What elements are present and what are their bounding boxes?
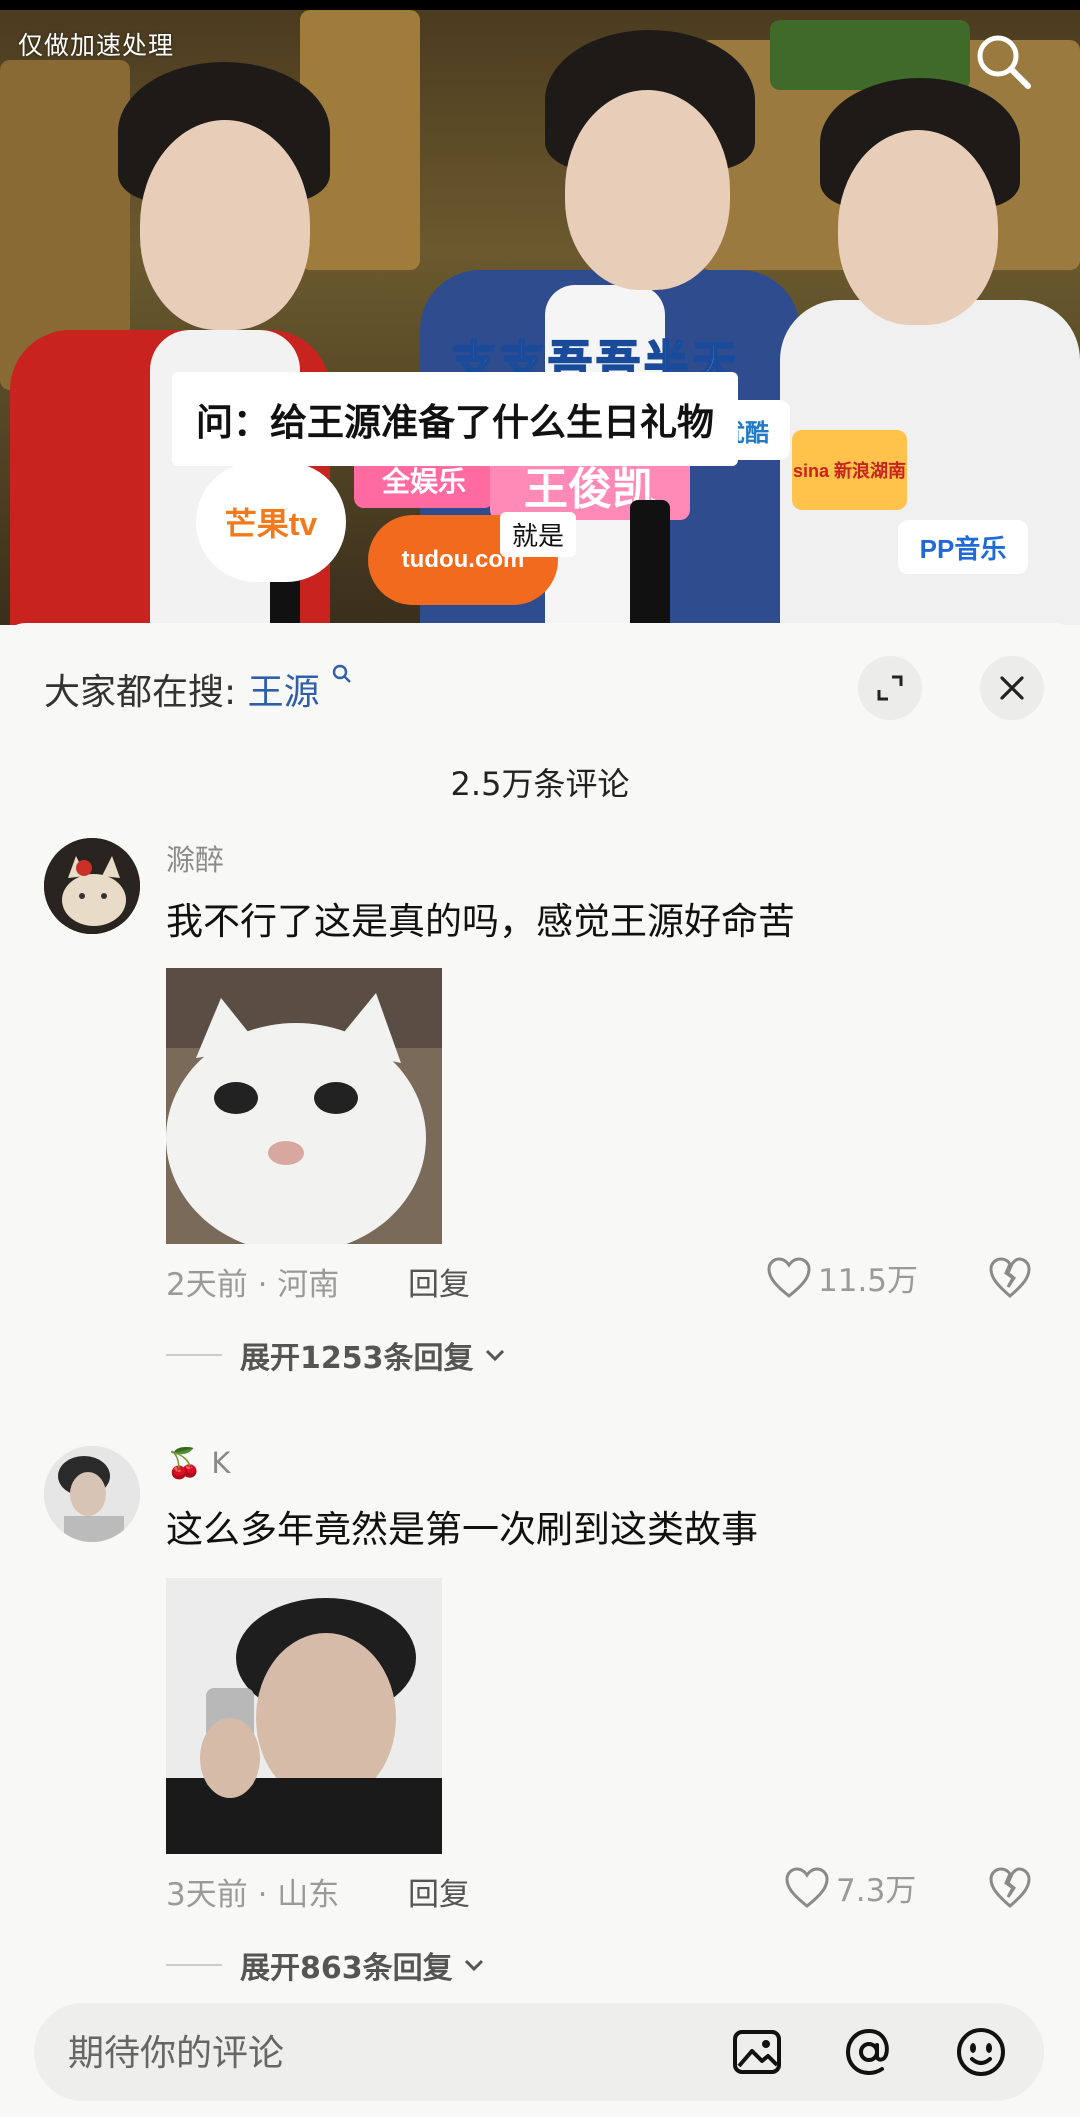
video-player[interactable]: 芒果tv 全娱乐 王俊凯 tudou.com 优酷 sina 新浪湖南 PP音乐… [0, 0, 1080, 625]
expand-replies-label: 展开1253条回复 [240, 1341, 474, 1376]
comment-username-text: K [211, 1446, 231, 1480]
comment-username[interactable]: 滁醉 [166, 837, 224, 879]
mention-button[interactable] [842, 2025, 896, 2079]
comment-image-cat[interactable] [166, 968, 442, 1244]
heart-icon [767, 1256, 811, 1298]
expand-replies-button[interactable]: 展开1253条回复 [166, 1333, 506, 1377]
like-count: 11.5万 [818, 1263, 919, 1299]
dislike-button[interactable] [988, 1867, 1032, 1911]
comment-text: 这么多年竟然是第一次刷到这类故事 [166, 1508, 758, 1551]
trending-search[interactable]: 大家都在搜: 王源 [44, 663, 353, 715]
expand-button[interactable] [858, 656, 922, 720]
expand-replies-label: 展开863条回复 [240, 1951, 453, 1986]
expand-icon [877, 675, 903, 701]
watermark-text: 仅做加速处理 [18, 31, 175, 60]
comment-text: 我不行了这是真的吗，感觉王源好命苦 [166, 900, 795, 943]
close-button[interactable] [980, 656, 1044, 720]
search-button[interactable] [972, 30, 1034, 92]
image-picker-button[interactable] [730, 2025, 784, 2079]
broken-heart-icon [989, 1867, 1031, 1908]
broken-heart-icon [989, 1257, 1031, 1298]
comment-panel: 大家都在搜: 王源 2.5万条评论 滁醉 我不行了这是真的吗，感觉王源好命苦 2… [0, 623, 1080, 2117]
comment-username[interactable]: 🍒 K [166, 1446, 230, 1481]
trending-keyword[interactable]: 王源 [248, 672, 320, 713]
comment-image-person[interactable] [166, 1578, 442, 1854]
comment-count: 2.5万条评论 [450, 765, 630, 803]
reply-button[interactable]: 回复 [408, 1259, 470, 1304]
comment-input[interactable] [66, 2003, 710, 2103]
trending-prefix: 大家都在搜: [44, 672, 237, 713]
at-icon [845, 2028, 889, 2076]
divider-line [166, 1354, 222, 1356]
avatar[interactable] [44, 838, 140, 934]
comment-time-location: 2天前 · 河南 [166, 1267, 340, 1303]
expand-replies-button[interactable]: 展开863条回复 [166, 1943, 485, 1987]
divider-line [166, 1964, 222, 1966]
close-icon [1000, 676, 1024, 700]
person-left-face [140, 120, 310, 330]
person-right-face [838, 130, 998, 325]
reply-button[interactable]: 回复 [408, 1869, 470, 1914]
mic-mango: 芒果tv [196, 462, 346, 582]
status-strip [0, 0, 1080, 10]
chevron-down-icon [464, 1959, 483, 1972]
chevron-down-icon [485, 1349, 504, 1362]
trending-search-icon [331, 664, 353, 691]
video-caption-question: 问：给王源准备了什么生日礼物 [172, 372, 738, 466]
comment-time-location: 3天前 · 山东 [166, 1877, 340, 1913]
like-button[interactable]: 7.3万 [784, 1865, 916, 1910]
mic-sina: sina 新浪湖南 [792, 430, 907, 510]
avatar[interactable] [44, 1446, 140, 1542]
like-count: 7.3万 [836, 1873, 917, 1909]
image-icon [733, 2030, 781, 2074]
mic-entertainment-label: 全娱乐 [381, 466, 466, 497]
emoji-button[interactable] [954, 2025, 1008, 2079]
mic-pp: PP音乐 [898, 520, 1028, 574]
cherry-emoji: 🍒 [166, 1446, 203, 1480]
dislike-button[interactable] [988, 1257, 1032, 1301]
emoji-icon [957, 2028, 1005, 2076]
mic-stick-middle [630, 500, 670, 625]
mic-mango-label: 芒果tv [224, 506, 318, 542]
heart-icon [785, 1866, 829, 1908]
person-middle-face [565, 90, 730, 290]
mic-sina-label: sina 新浪湖南 [792, 461, 907, 481]
mic-pp-label: PP音乐 [919, 533, 1007, 564]
like-button[interactable]: 11.5万 [766, 1255, 918, 1300]
search-icon [977, 35, 1031, 89]
comment-input-bar [34, 2003, 1044, 2103]
video-subtitle: 就是 [500, 512, 577, 557]
